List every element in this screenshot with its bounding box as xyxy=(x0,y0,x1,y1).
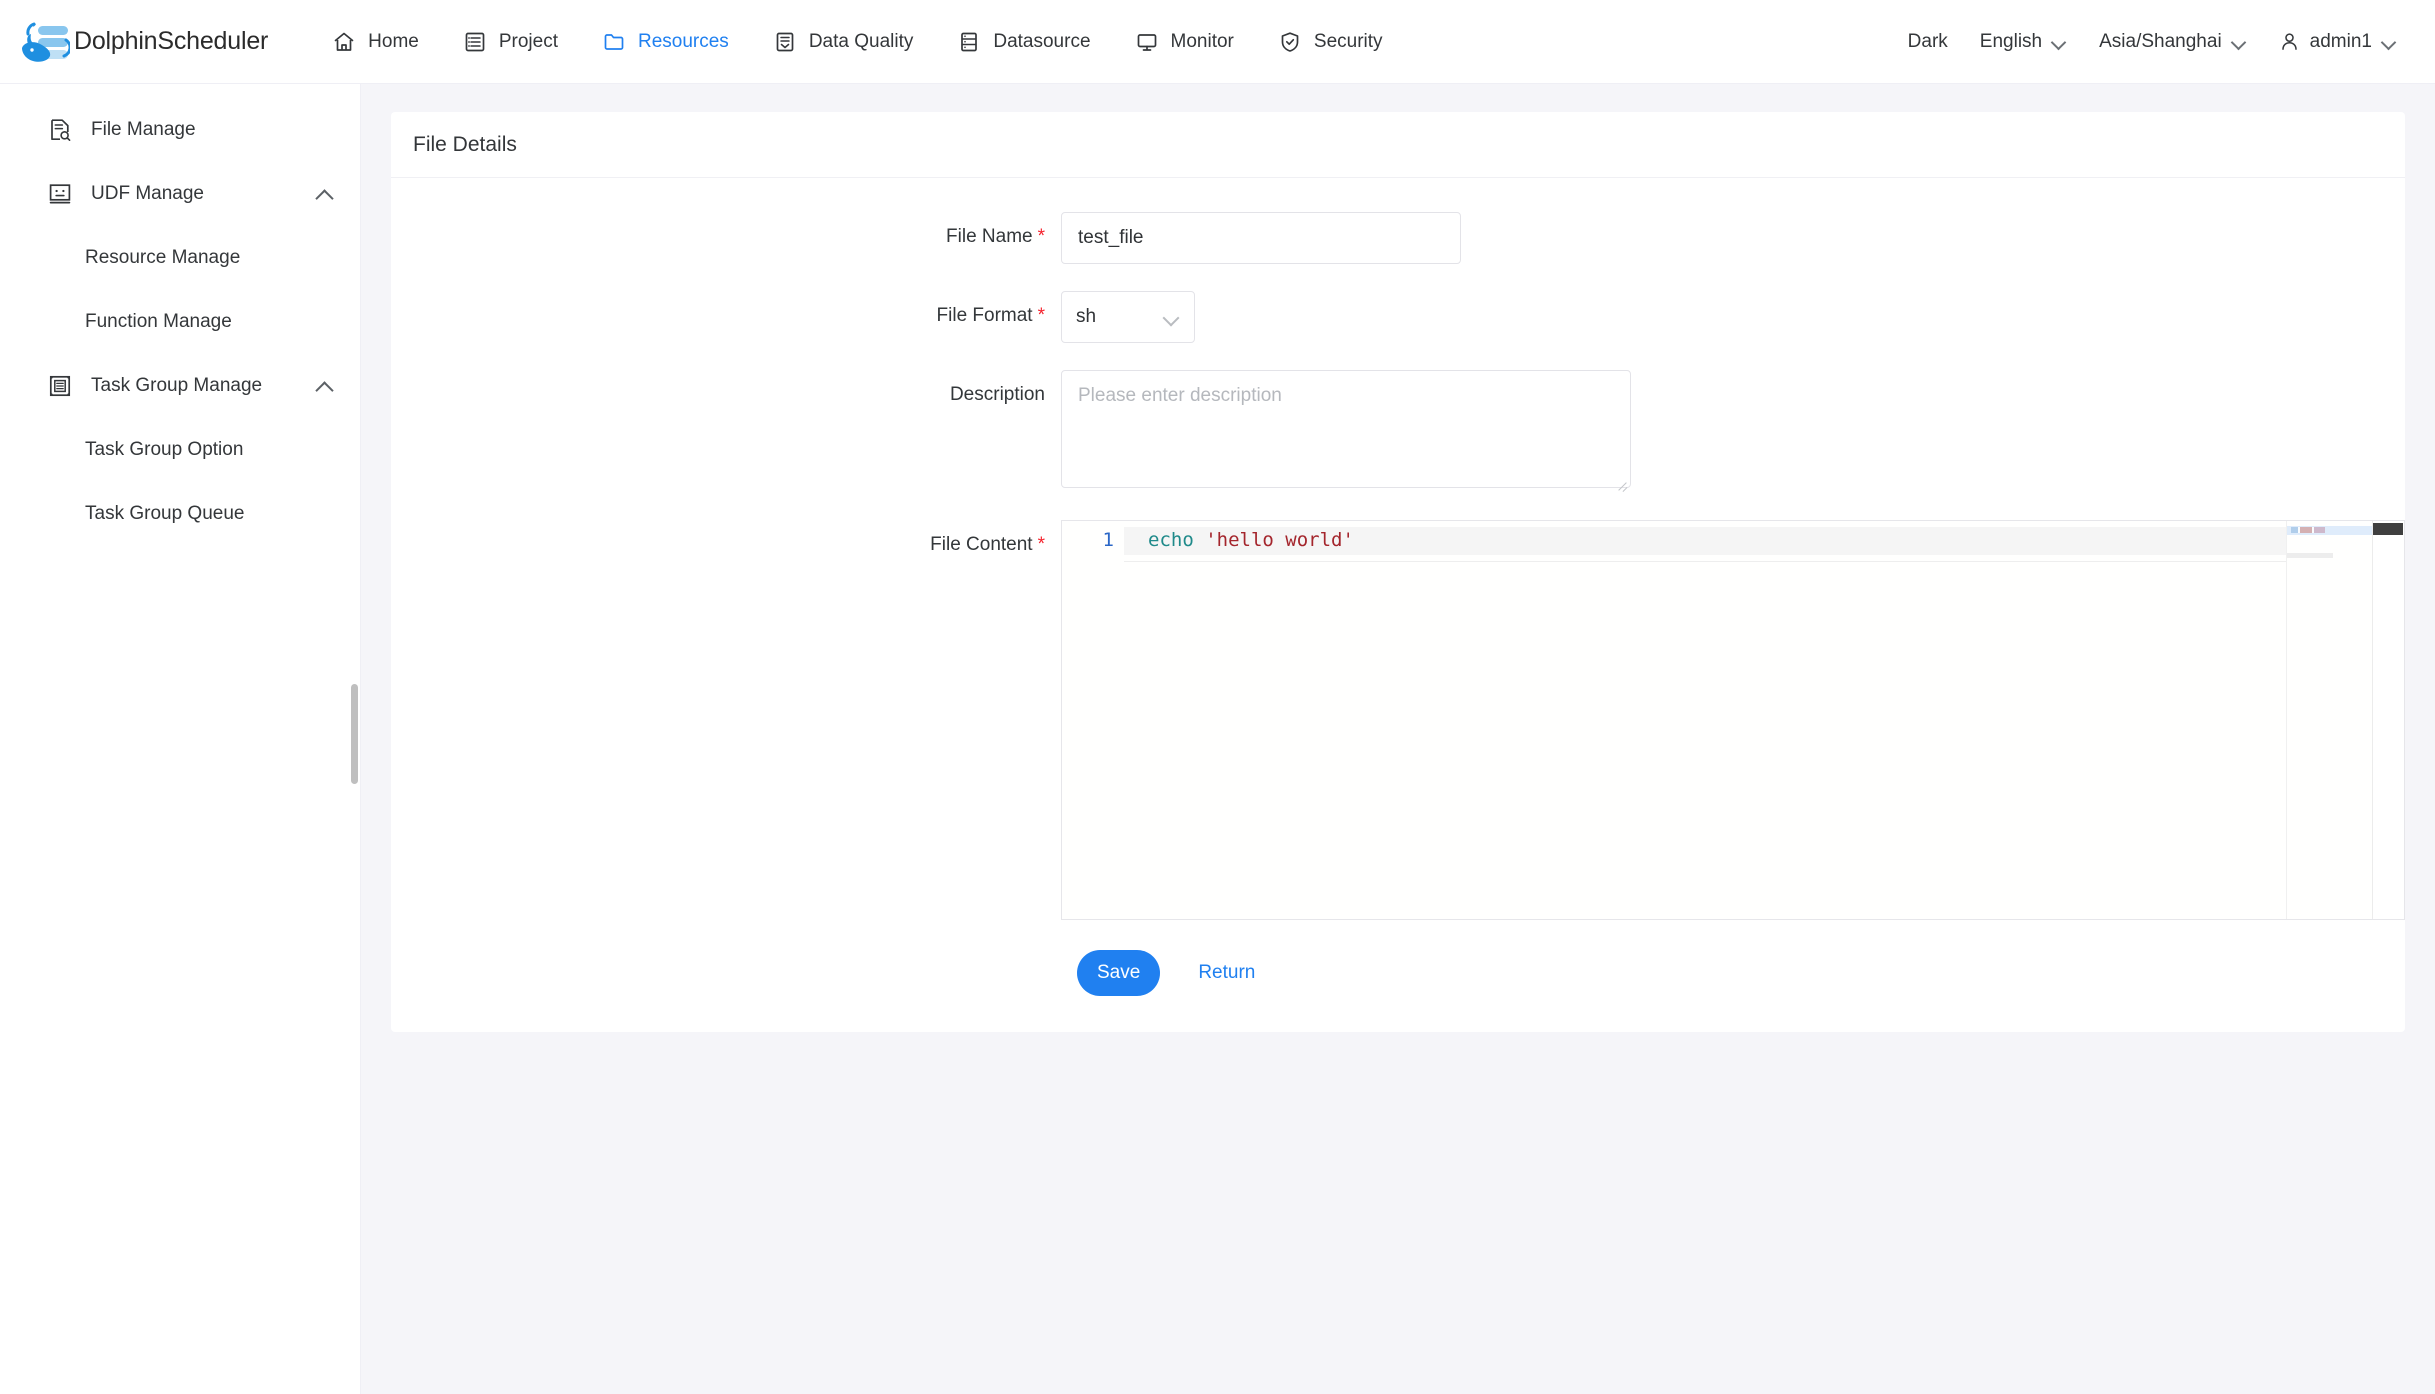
file-details-card: File Details File Name* File Format* sh xyxy=(391,112,2405,1032)
description-textarea[interactable] xyxy=(1061,370,1631,488)
home-icon xyxy=(332,30,356,54)
chevron-down-icon xyxy=(1164,312,1180,322)
file-format-value: sh xyxy=(1076,306,1096,328)
description-wrapper xyxy=(1061,370,1631,493)
editor-scrollbar-thumb[interactable] xyxy=(2373,523,2403,535)
user-icon xyxy=(2279,31,2300,52)
editor-line-divider xyxy=(1124,561,2364,562)
file-content-editor[interactable]: 1 echo 'hello world' xyxy=(1061,520,2405,920)
theme-label: Dark xyxy=(1908,31,1948,53)
nav-item-datasource[interactable]: Datasource xyxy=(935,12,1112,72)
brand[interactable]: DolphinScheduler xyxy=(18,18,268,66)
main-content: File Details File Name* File Format* sh xyxy=(361,84,2435,1394)
sidebar-label-task-group-queue: Task Group Queue xyxy=(85,503,244,525)
nav-item-monitor[interactable]: Monitor xyxy=(1113,12,1256,72)
shield-check-icon xyxy=(1278,30,1302,54)
sidebar-item-task-group-queue[interactable]: Task Group Queue xyxy=(0,482,360,546)
label-file-name: File Name* xyxy=(391,212,1061,264)
nav-label-resources: Resources xyxy=(638,31,729,53)
minimap-code-line xyxy=(2287,553,2333,558)
editor-vertical-scrollbar[interactable] xyxy=(2372,521,2404,919)
nav-label-data-quality: Data Quality xyxy=(809,31,914,53)
label-file-content: File Content* xyxy=(391,520,1061,920)
nav-item-resources[interactable]: Resources xyxy=(580,12,751,72)
sidebar-label-udf-manage: UDF Manage xyxy=(91,183,204,205)
sidebar-label-task-group-manage: Task Group Manage xyxy=(91,375,262,397)
form-row-file-name: File Name* xyxy=(391,212,2405,264)
app-header: DolphinScheduler Home xyxy=(0,0,2435,84)
form-row-file-content: File Content* 1 echo 'hello world' xyxy=(391,520,2405,920)
page-title: File Details xyxy=(413,133,517,157)
theme-toggle[interactable]: Dark xyxy=(1892,31,1964,53)
folder-icon xyxy=(602,30,626,54)
sidebar-scrollbar[interactable] xyxy=(351,684,358,784)
minimap-code-line xyxy=(2291,527,2325,533)
project-list-icon xyxy=(463,30,487,54)
editor-code-line: echo 'hello world' xyxy=(1148,529,1354,551)
language-selector[interactable]: English xyxy=(1964,31,2083,53)
required-asterisk: * xyxy=(1038,534,1045,555)
user-name: admin1 xyxy=(2310,31,2372,53)
chevron-down-icon xyxy=(2052,37,2067,46)
language-label: English xyxy=(1980,31,2042,53)
editor-minimap[interactable] xyxy=(2286,521,2372,919)
nav-label-monitor: Monitor xyxy=(1171,31,1234,53)
nav-label-datasource: Datasource xyxy=(993,31,1090,53)
sidebar-label-function-manage: Function Manage xyxy=(85,311,232,333)
file-search-icon xyxy=(47,117,73,143)
nav-label-project: Project xyxy=(499,31,558,53)
monitor-icon xyxy=(1135,30,1159,54)
required-asterisk: * xyxy=(1038,226,1045,247)
main-nav: Home Project Resources xyxy=(310,12,1404,72)
sidebar-label-task-group-option: Task Group Option xyxy=(85,439,243,461)
editor-line-number: 1 xyxy=(1103,529,1114,551)
database-icon xyxy=(957,30,981,54)
file-format-select[interactable]: sh xyxy=(1061,291,1195,343)
form-actions: Save Return xyxy=(391,950,2405,996)
timezone-selector[interactable]: Asia/Shanghai xyxy=(2083,31,2263,53)
user-menu[interactable]: admin1 xyxy=(2263,31,2413,53)
card-header: File Details xyxy=(391,112,2405,178)
code-token-keyword: echo xyxy=(1148,529,1194,551)
sidebar-item-file-manage[interactable]: File Manage xyxy=(0,98,360,162)
chevron-down-icon xyxy=(2382,37,2397,46)
file-name-input[interactable] xyxy=(1061,212,1461,264)
chevron-up-icon[interactable] xyxy=(316,381,334,392)
form-row-file-format: File Format* sh xyxy=(391,291,2405,343)
editor-gutter: 1 xyxy=(1062,521,1124,919)
sidebar-item-task-group-option[interactable]: Task Group Option xyxy=(0,418,360,482)
sidebar: File Manage UDF Manage Resource Manage F… xyxy=(0,84,361,1394)
dolphin-logo-icon xyxy=(18,18,70,66)
udf-icon xyxy=(47,181,73,207)
sidebar-item-resource-manage[interactable]: Resource Manage xyxy=(0,226,360,290)
chevron-up-icon[interactable] xyxy=(316,189,334,200)
task-group-icon xyxy=(47,373,73,399)
nav-item-security[interactable]: Security xyxy=(1256,12,1405,72)
nav-item-home[interactable]: Home xyxy=(310,12,441,72)
return-button[interactable]: Return xyxy=(1192,961,1261,985)
data-quality-icon xyxy=(773,30,797,54)
header-right-controls: Dark English Asia/Shanghai admin1 xyxy=(1892,31,2435,53)
nav-label-home: Home xyxy=(368,31,419,53)
nav-item-project[interactable]: Project xyxy=(441,12,580,72)
sidebar-item-udf-manage[interactable]: UDF Manage xyxy=(0,162,360,226)
form-row-description: Description xyxy=(391,370,2405,493)
brand-name: DolphinScheduler xyxy=(74,27,268,56)
save-button[interactable]: Save xyxy=(1077,950,1160,996)
file-details-form: File Name* File Format* sh Description xyxy=(391,178,2405,996)
sidebar-label-file-manage: File Manage xyxy=(91,119,196,141)
sidebar-label-resource-manage: Resource Manage xyxy=(85,247,240,269)
timezone-label: Asia/Shanghai xyxy=(2099,31,2222,53)
required-asterisk: * xyxy=(1038,305,1045,326)
label-description: Description xyxy=(391,370,1061,493)
nav-item-data-quality[interactable]: Data Quality xyxy=(751,12,936,72)
label-file-format: File Format* xyxy=(391,291,1061,343)
code-token-string: 'hello world' xyxy=(1194,529,1354,551)
chevron-down-icon xyxy=(2232,37,2247,46)
nav-label-security: Security xyxy=(1314,31,1383,53)
sidebar-item-task-group-manage[interactable]: Task Group Manage xyxy=(0,354,360,418)
sidebar-item-function-manage[interactable]: Function Manage xyxy=(0,290,360,354)
